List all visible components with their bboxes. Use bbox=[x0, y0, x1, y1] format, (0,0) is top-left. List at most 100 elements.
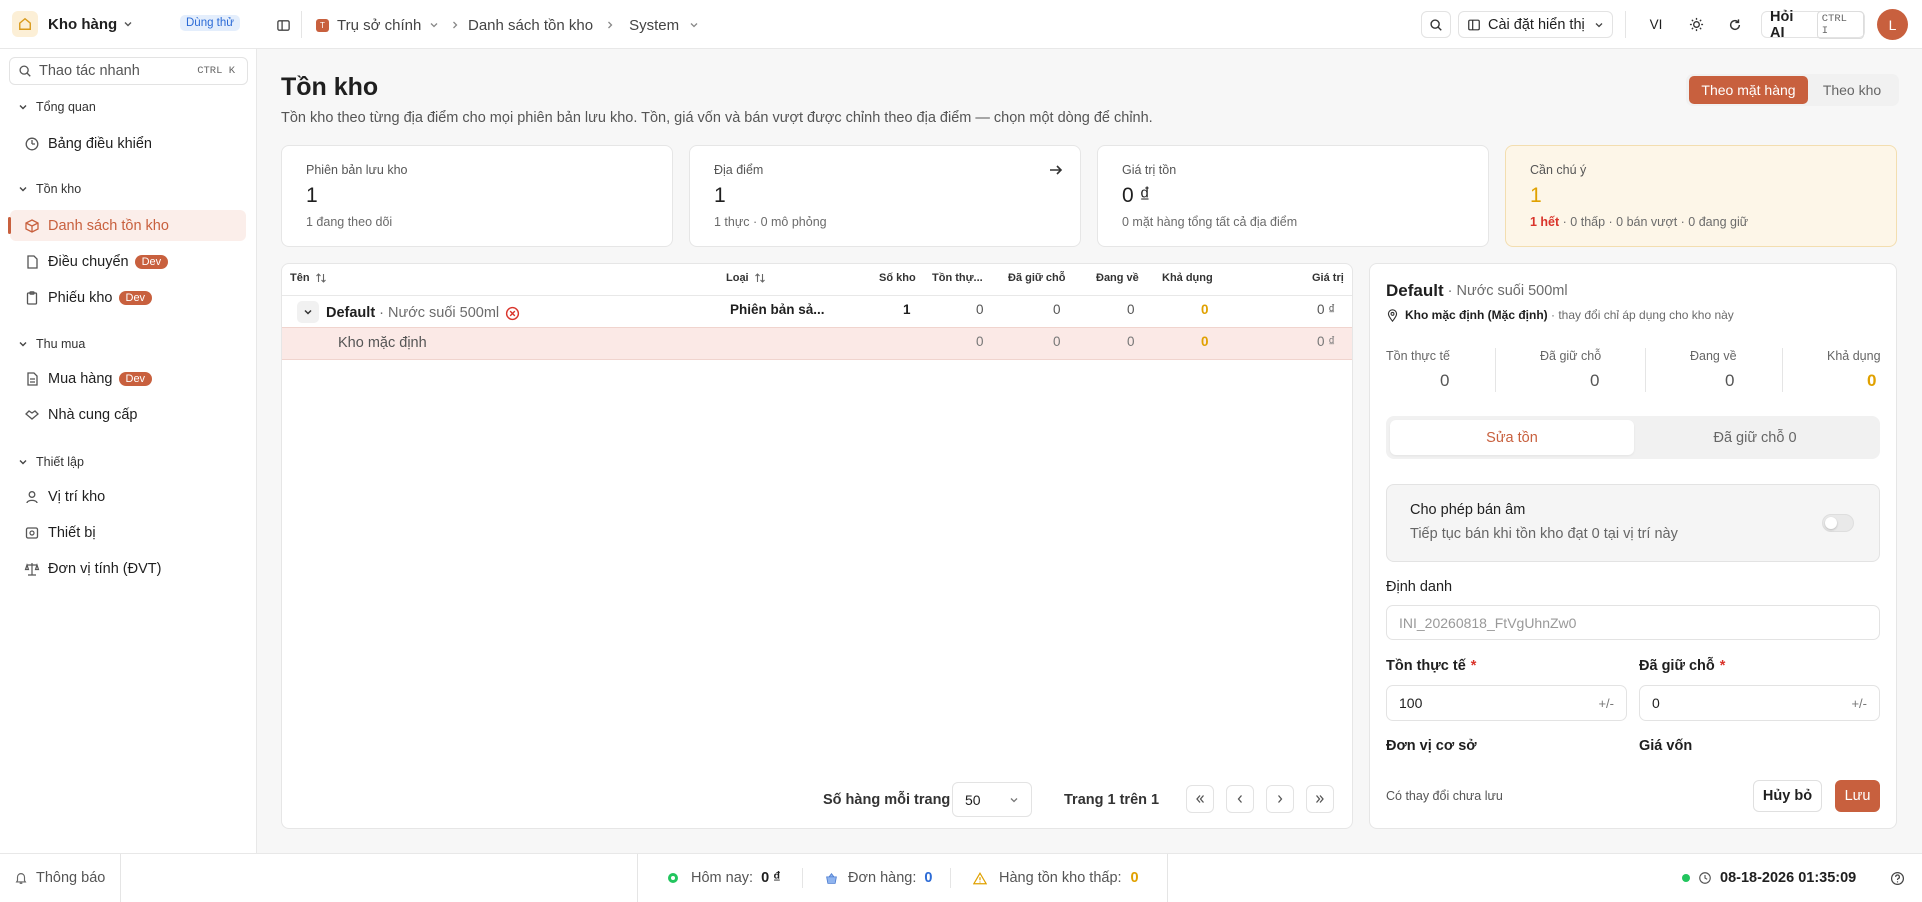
help-button[interactable] bbox=[1888, 869, 1906, 887]
sort-icon bbox=[754, 272, 766, 284]
stat-sub: 0 mặt hàng tổng tất cả địa điểm bbox=[1122, 215, 1298, 229]
language-button[interactable]: VI bbox=[1640, 11, 1672, 38]
sidebar-item-warehouse-locations[interactable]: Vị trí kho bbox=[10, 481, 246, 512]
on-hand-stepper[interactable]: +/- bbox=[1598, 696, 1614, 711]
theme-button[interactable] bbox=[1684, 11, 1708, 38]
nav-group-label: Thu mua bbox=[36, 337, 86, 351]
next-page-button[interactable] bbox=[1266, 785, 1294, 813]
display-settings-button[interactable]: Cài đặt hiển thị bbox=[1458, 11, 1613, 38]
stat-value: 1 bbox=[306, 184, 318, 207]
detail-variant: · Nước suối 500ml bbox=[1443, 283, 1568, 299]
view-by-item-button[interactable]: Theo mặt hàng bbox=[1689, 76, 1808, 104]
metric-label: Đang về bbox=[1690, 349, 1737, 363]
attention-breakdown: · 0 thấp · 0 bán vượt · 0 đang giữ bbox=[1559, 215, 1749, 229]
product-variant: · Nước suối 500ml bbox=[375, 305, 500, 321]
chevron-right-icon bbox=[450, 20, 460, 30]
nav-group-label: Thiết lập bbox=[36, 455, 84, 469]
arrow-right-icon bbox=[1048, 162, 1064, 178]
stat-value: 1 bbox=[1530, 184, 1542, 207]
metric-available: 0 bbox=[1867, 371, 1877, 390]
sidebar-item-suppliers[interactable]: Nhà cung cấp bbox=[10, 399, 246, 430]
search-button[interactable] bbox=[1421, 11, 1451, 38]
cancel-button[interactable]: Hủy bỏ bbox=[1753, 780, 1822, 812]
on-hand-value: 100 bbox=[1399, 695, 1423, 711]
cost-label: Giá vốn bbox=[1639, 738, 1693, 754]
view-toggle: Theo mặt hàng Theo kho bbox=[1686, 74, 1899, 106]
row-incoming: 0 bbox=[1127, 334, 1135, 349]
detail-title: Default · Nước suối 500ml bbox=[1386, 281, 1568, 301]
stat-card-variants: Phiên bản lưu kho 1 1 đang theo dõi bbox=[281, 145, 673, 247]
table-row-selected[interactable] bbox=[282, 327, 1352, 360]
stat-card-locations[interactable]: Địa điểm 1 1 thực · 0 mô phỏng bbox=[689, 145, 1081, 247]
sidebar-item-purchase[interactable]: Mua hàng Dev bbox=[10, 363, 246, 394]
avatar[interactable]: L bbox=[1877, 9, 1908, 40]
quick-actions-search[interactable]: Thao tác nhanh CTRL K bbox=[9, 57, 248, 85]
chevron-down-icon bbox=[123, 19, 133, 29]
tab-reserved[interactable]: Đã giữ chỗ 0 bbox=[1634, 420, 1876, 455]
reserved-stepper[interactable]: +/- bbox=[1851, 696, 1867, 711]
stat-value: 1 bbox=[714, 184, 726, 207]
view-by-warehouse-button[interactable]: Theo kho bbox=[1808, 76, 1896, 104]
row-on-hand: 0 bbox=[976, 302, 984, 317]
save-button[interactable]: Lưu bbox=[1835, 780, 1880, 812]
location-person-icon bbox=[24, 489, 40, 505]
notifications-button[interactable]: Thông báo bbox=[14, 870, 105, 886]
reserved-value: 0 bbox=[1652, 695, 1660, 711]
help-icon bbox=[1890, 871, 1905, 886]
search-icon bbox=[1429, 18, 1443, 32]
last-page-button[interactable] bbox=[1306, 785, 1334, 813]
oversell-toggle[interactable] bbox=[1822, 514, 1854, 532]
sidebar-toggle-icon[interactable] bbox=[272, 14, 294, 36]
chevron-left-icon bbox=[1234, 793, 1246, 805]
sidebar-item-units[interactable]: Đơn vị tính (ĐVT) bbox=[10, 553, 246, 584]
sidebar: Thao tác nhanh CTRL K Tổng quan Bảng điề… bbox=[0, 49, 257, 853]
nav-group-inventory[interactable]: Tồn kho bbox=[18, 182, 81, 196]
page-title: Tồn kho bbox=[281, 73, 379, 101]
sidebar-item-label: Phiếu kho bbox=[48, 289, 113, 306]
sidebar-item-devices[interactable]: Thiết bị bbox=[10, 517, 246, 548]
metric-label: Khả dụng bbox=[1827, 349, 1881, 363]
ask-ai-label: Hỏi AI bbox=[1770, 8, 1794, 41]
sidebar-item-stock-slips[interactable]: Phiếu kho Dev bbox=[10, 282, 246, 313]
row-reserved: 0 bbox=[1053, 302, 1061, 317]
breadcrumb-system[interactable]: System bbox=[629, 17, 679, 34]
sidebar-item-dashboard[interactable]: Bảng điều khiển bbox=[10, 128, 246, 159]
orders-value: 0 bbox=[924, 870, 933, 886]
tab-adjust-stock[interactable]: Sửa tồn bbox=[1390, 420, 1634, 455]
metric-label: Đã giữ chỗ bbox=[1540, 349, 1602, 363]
dev-badge: Dev bbox=[134, 254, 169, 269]
detail-location: Kho mặc định (Mặc định) · thay đổi chỉ á… bbox=[1386, 308, 1734, 322]
app-switcher[interactable]: Kho hàng bbox=[12, 11, 133, 37]
divider bbox=[301, 11, 302, 38]
location-name: Trụ sở chính bbox=[337, 16, 422, 34]
ask-ai-button[interactable]: Hỏi AI CTRL I bbox=[1761, 8, 1865, 41]
rows-per-page-select[interactable]: 50 bbox=[952, 782, 1032, 817]
column-header-name[interactable]: Tên bbox=[290, 272, 327, 284]
nav-group-overview[interactable]: Tổng quan bbox=[18, 100, 96, 114]
search-icon bbox=[18, 64, 32, 78]
breadcrumb-inventory-list[interactable]: Danh sách tồn kho bbox=[468, 17, 593, 34]
column-header-value: Giá trị bbox=[1312, 272, 1344, 284]
nav-group-settings[interactable]: Thiết lập bbox=[18, 455, 84, 469]
nav-group-purchasing[interactable]: Thu mua bbox=[18, 337, 85, 351]
identifier-label: Định danh bbox=[1386, 579, 1453, 595]
divider bbox=[637, 854, 638, 902]
reserved-label-text: Đã giữ chỗ bbox=[1639, 658, 1715, 674]
sidebar-item-transfers[interactable]: Điều chuyển Dev bbox=[10, 246, 246, 277]
oversell-box bbox=[1386, 484, 1880, 562]
chevron-down-icon bbox=[18, 457, 28, 467]
on-hand-input[interactable]: 100 +/- bbox=[1386, 685, 1627, 721]
location-switcher[interactable]: T Trụ sở chính bbox=[316, 14, 439, 36]
first-page-button[interactable] bbox=[1186, 785, 1214, 813]
sidebar-item-inventory-list[interactable]: Danh sách tồn kho bbox=[8, 210, 246, 241]
expand-row-button[interactable] bbox=[297, 301, 319, 323]
reserved-input[interactable]: 0 +/- bbox=[1639, 685, 1880, 721]
column-header-type[interactable]: Loại bbox=[726, 272, 766, 284]
refresh-button[interactable] bbox=[1723, 11, 1747, 38]
reserved-label: Đã giữ chỗ * bbox=[1639, 658, 1725, 674]
sidebar-item-label: Điều chuyển bbox=[48, 253, 129, 270]
required-mark: * bbox=[1719, 658, 1726, 674]
document-icon bbox=[24, 254, 40, 270]
product-title: Default bbox=[326, 305, 376, 321]
previous-page-button[interactable] bbox=[1226, 785, 1254, 813]
